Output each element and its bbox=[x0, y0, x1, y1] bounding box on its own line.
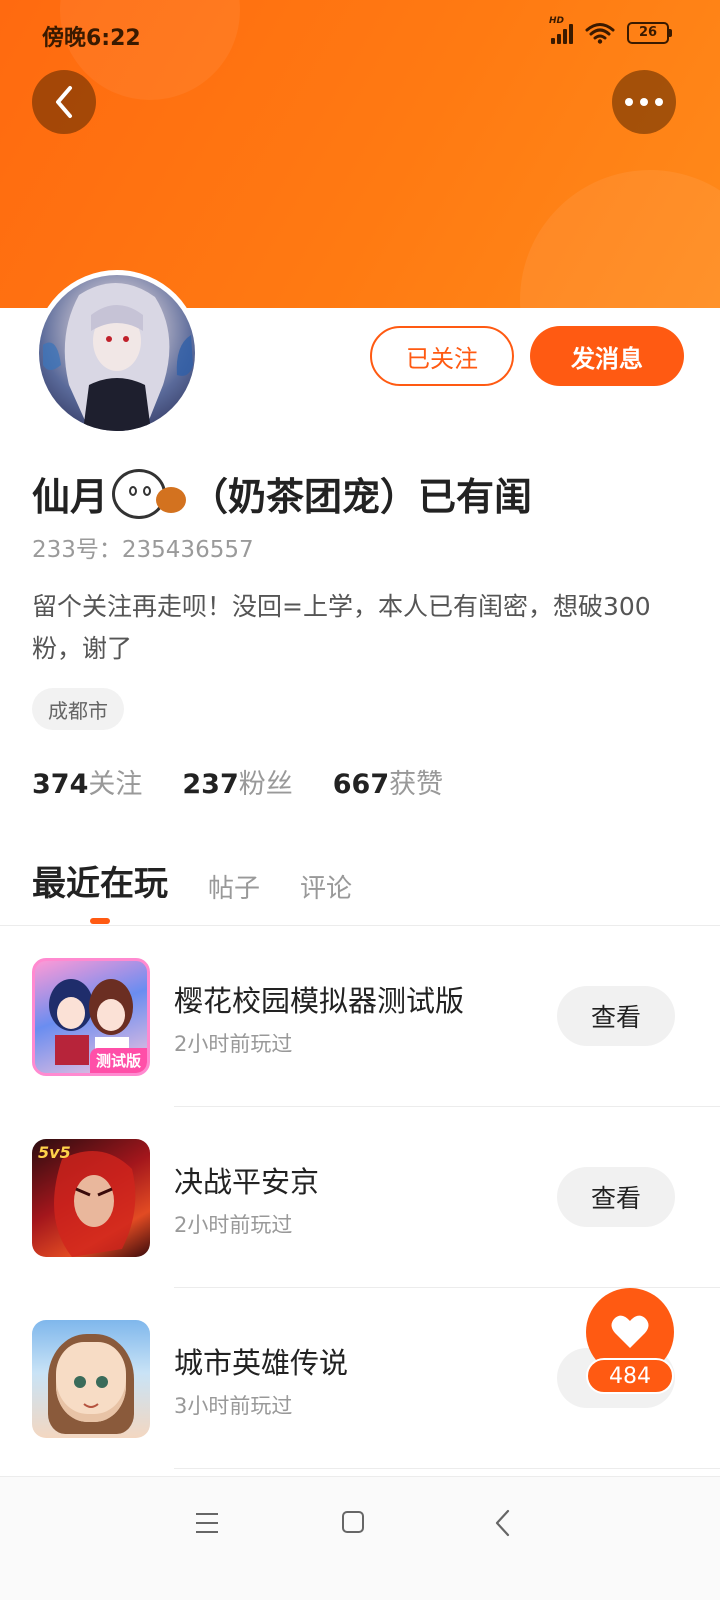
profile-tabs: 最近在玩 帖子 评论 bbox=[32, 856, 352, 905]
profile-banner: 傍晚6:22 HD 26 bbox=[0, 0, 720, 308]
tab-active-indicator bbox=[90, 918, 110, 924]
wifi-icon bbox=[585, 23, 615, 44]
status-bar: 傍晚6:22 HD 26 bbox=[0, 0, 720, 70]
user-id: 233号：235436557 bbox=[32, 537, 254, 563]
emoji-ghost-drumstick-icon bbox=[112, 468, 187, 519]
game-last-played: 2小时前玩过 bbox=[174, 1032, 293, 1056]
following-stat[interactable]: 374关注 bbox=[32, 762, 142, 801]
system-nav-bar bbox=[0, 1476, 720, 1600]
banner-decoration bbox=[520, 170, 720, 308]
game-badge: 测试版 bbox=[89, 1048, 147, 1073]
name-prefix: 仙月 bbox=[32, 475, 109, 519]
followers-stat[interactable]: 237粉丝 bbox=[182, 762, 292, 801]
profile-name: 仙月 （奶茶团宠）已有闺 bbox=[32, 466, 532, 521]
more-horizontal-icon bbox=[625, 98, 663, 106]
avatar-image bbox=[39, 275, 195, 431]
view-button[interactable]: 查看 bbox=[557, 986, 675, 1046]
send-message-button[interactable]: 发消息 bbox=[530, 326, 684, 386]
followers-count: 237 bbox=[182, 769, 239, 800]
game-icon-onmyoji-arena: 5v5 bbox=[32, 1139, 150, 1257]
game-title: 决战平安京 bbox=[174, 1165, 320, 1199]
followed-button[interactable]: 已关注 bbox=[370, 326, 514, 386]
tab-posts[interactable]: 帖子 bbox=[208, 868, 260, 905]
like-count: 484 bbox=[586, 1358, 674, 1394]
game-list-item[interactable]: 5v5 决战平安京 2小时前玩过 查看 bbox=[0, 1107, 720, 1288]
tab-recently-played[interactable]: 最近在玩 bbox=[32, 856, 168, 905]
game-title: 城市英雄传说 bbox=[174, 1346, 349, 1380]
more-button[interactable] bbox=[612, 70, 676, 134]
following-count: 374 bbox=[32, 769, 89, 800]
menu-icon[interactable] bbox=[196, 1513, 218, 1533]
status-time: 傍晚6:22 bbox=[42, 26, 141, 51]
bio: 留个关注再走呗！没回=上学，本人已有闺密，想破300粉，谢了 bbox=[32, 592, 651, 663]
game-title: 樱花校园模拟器测试版 bbox=[174, 984, 465, 1018]
game-badge: 5v5 bbox=[38, 1143, 71, 1162]
likes-stat[interactable]: 667获赞 bbox=[333, 762, 443, 801]
game-last-played: 2小时前玩过 bbox=[174, 1213, 293, 1237]
back-icon[interactable] bbox=[494, 1509, 512, 1537]
battery-icon: 26 bbox=[627, 22, 672, 44]
location-tag: 成都市 bbox=[32, 688, 124, 730]
view-button[interactable]: 查看 bbox=[557, 1167, 675, 1227]
signal-icon: HD bbox=[549, 16, 573, 44]
profile-stats: 374关注 237粉丝 667获赞 bbox=[32, 762, 443, 801]
name-suffix: （奶茶团宠）已有闺 bbox=[190, 475, 533, 519]
divider bbox=[174, 1468, 720, 1469]
heart-icon bbox=[611, 1315, 649, 1348]
battery-level: 26 bbox=[627, 22, 669, 44]
tab-comments[interactable]: 评论 bbox=[300, 868, 352, 905]
network-type: HD bbox=[549, 16, 565, 26]
home-icon[interactable] bbox=[342, 1511, 364, 1533]
avatar[interactable] bbox=[34, 270, 200, 436]
game-last-played: 3小时前玩过 bbox=[174, 1394, 293, 1418]
game-icon-city-hero bbox=[32, 1320, 150, 1438]
game-icon-sakura-school: 测试版 bbox=[32, 958, 150, 1076]
game-list-item[interactable]: 测试版 樱花校园模拟器测试版 2小时前玩过 查看 bbox=[0, 926, 720, 1107]
likes-count: 667 bbox=[332, 769, 390, 800]
chevron-left-icon bbox=[56, 86, 72, 118]
following-label: 关注 bbox=[88, 769, 143, 800]
likes-label: 获赞 bbox=[389, 769, 444, 800]
status-icons: HD 26 bbox=[549, 16, 672, 44]
back-button[interactable] bbox=[32, 70, 96, 134]
followers-label: 粉丝 bbox=[238, 769, 293, 800]
